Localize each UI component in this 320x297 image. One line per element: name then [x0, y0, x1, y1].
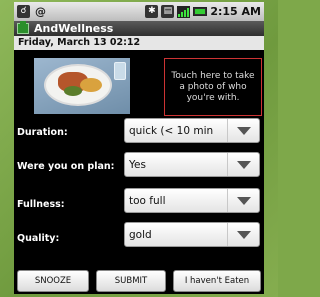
chevron-down-icon[interactable]	[227, 153, 259, 176]
take-photo-button[interactable]: Touch here to take a photo of who you're…	[164, 58, 262, 116]
on-plan-row: Were you on plan: Yes	[14, 152, 264, 178]
sd-card-icon: ▤	[161, 5, 175, 18]
duration-row: Duration: quick (< 10 min	[14, 118, 264, 144]
not-eaten-button[interactable]: I haven't Eaten	[173, 270, 261, 292]
take-photo-label: Touch here to take a photo of who you're…	[171, 70, 255, 103]
on-plan-select[interactable]: Yes	[124, 152, 260, 177]
duration-label: Duration:	[17, 127, 68, 138]
fullness-value: too full	[129, 194, 166, 207]
bluetooth-icon: ✱	[145, 5, 159, 18]
fullness-label: Fullness:	[17, 199, 65, 210]
submit-button[interactable]: SUBMIT	[96, 270, 166, 292]
app-icon	[17, 21, 29, 34]
snooze-button[interactable]: SNOOZE	[17, 270, 89, 292]
status-bar: ☌ @ ✱ ▤ 2:15 AM	[14, 2, 264, 21]
meal-photo[interactable]	[34, 58, 130, 114]
battery-icon	[193, 7, 208, 16]
quality-select[interactable]: gold	[124, 222, 260, 247]
usb-debug-icon: ☌	[17, 5, 30, 18]
duration-select[interactable]: quick (< 10 min	[124, 118, 260, 143]
quality-label: Quality:	[17, 233, 60, 244]
duration-value: quick (< 10 min	[129, 124, 214, 137]
fullness-select[interactable]: too full	[124, 188, 260, 213]
app-title: AndWellness	[34, 22, 114, 35]
quality-value: gold	[129, 228, 152, 241]
signal-icon	[177, 5, 191, 18]
fullness-row: Fullness: too full	[14, 188, 264, 214]
chevron-down-icon[interactable]	[227, 119, 259, 142]
at-icon: @	[35, 5, 46, 18]
quality-row: Quality: gold	[14, 222, 264, 248]
phone-screen: ☌ @ ✱ ▤ 2:15 AM AndWellness Friday, Marc…	[14, 2, 264, 294]
chevron-down-icon[interactable]	[227, 223, 259, 246]
on-plan-label: Were you on plan:	[17, 161, 115, 172]
app-title-bar: AndWellness	[14, 21, 264, 36]
chevron-down-icon[interactable]	[227, 189, 259, 212]
status-time: 2:15 AM	[210, 5, 261, 18]
date-header: Friday, March 13 02:12	[14, 36, 264, 50]
on-plan-value: Yes	[129, 158, 146, 171]
